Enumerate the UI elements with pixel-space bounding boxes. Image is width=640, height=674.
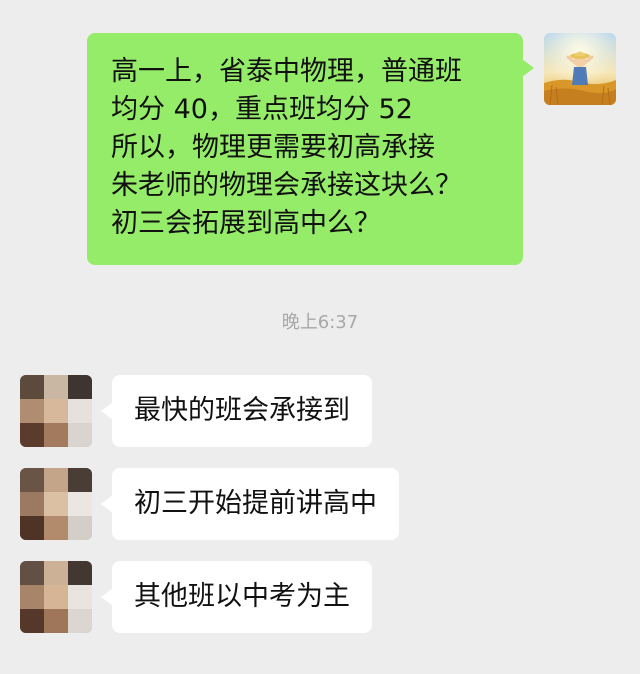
chat-window: 高一上，省泰中物理，普通班 均分 40，重点班均分 52 所以，物理更需要初高承… [0, 0, 640, 674]
contact-avatar[interactable] [20, 375, 92, 447]
child-in-wheat-field-icon [544, 33, 616, 105]
message-line: 均分 40，重点班均分 52 [111, 94, 413, 125]
contact-avatar[interactable] [20, 468, 92, 540]
message-timestamp: 晚上6:37 [281, 312, 359, 333]
outgoing-message-row: 高一上，省泰中物理，普通班 均分 40，重点班均分 52 所以，物理更需要初高承… [87, 33, 616, 265]
message-line: 所以，物理更需要初高承接 [111, 132, 435, 163]
incoming-message-bubble[interactable]: 最快的班会承接到 [101, 375, 372, 447]
message-line: 高一上，省泰中物理，普通班 [111, 56, 462, 87]
incoming-message-row: 其他班以中考为主 [20, 561, 372, 633]
incoming-message-bubble[interactable]: 其他班以中考为主 [101, 561, 372, 633]
blurred-person-icon [20, 375, 92, 447]
blurred-person-icon [20, 561, 92, 633]
outgoing-message-bubble[interactable]: 高一上，省泰中物理，普通班 均分 40，重点班均分 52 所以，物理更需要初高承… [87, 33, 534, 265]
self-avatar[interactable] [544, 33, 616, 105]
contact-avatar[interactable] [20, 561, 92, 633]
incoming-message-row: 初三开始提前讲高中 [20, 468, 399, 540]
message-line: 朱老师的物理会承接这块么？ [111, 170, 462, 201]
blurred-person-icon [20, 468, 92, 540]
incoming-message-bubble[interactable]: 初三开始提前讲高中 [101, 468, 399, 540]
incoming-message-row: 最快的班会承接到 [20, 375, 372, 447]
message-line: 初三会拓展到高中么？ [111, 208, 381, 239]
